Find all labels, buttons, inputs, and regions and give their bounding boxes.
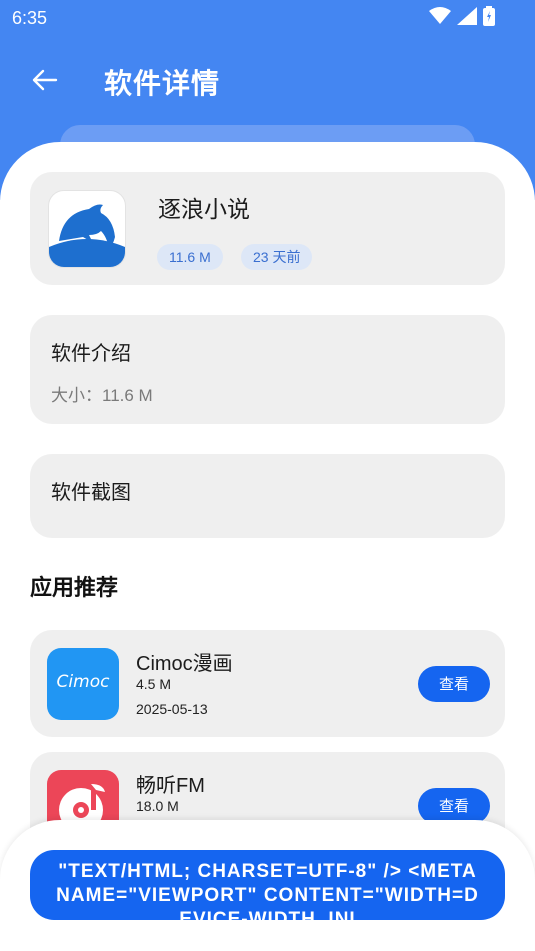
view-button[interactable]: 查看 xyxy=(418,666,490,702)
status-bar: 6:35 xyxy=(0,0,535,36)
wifi-icon xyxy=(429,7,451,24)
dolphin-icon xyxy=(49,204,125,267)
recommend-heading: 应用推荐 xyxy=(30,576,119,601)
signal-icon xyxy=(457,7,477,25)
status-time: 6:35 xyxy=(12,8,48,28)
rec-app-name: 畅听FM xyxy=(136,775,205,797)
app-icon xyxy=(48,190,126,268)
list-item[interactable]: Cimoc Cimoc漫画 4.5 M 2025-05-13 查看 xyxy=(30,630,505,737)
rec-app-size: 18.0 M xyxy=(136,798,179,814)
intro-card: 软件介绍 大小：11.6 M xyxy=(30,315,505,424)
cimoc-app-icon: Cimoc xyxy=(47,648,119,720)
cimoc-icon-text: Cimoc xyxy=(56,672,110,692)
download-button-label: "TEXT/HTML; CHARSET=UTF-8" /> <META NAME… xyxy=(56,861,479,920)
rec-app-date: 2025-05-13 xyxy=(136,701,208,717)
back-button[interactable] xyxy=(30,62,60,98)
screenshots-card: 软件截图 xyxy=(30,454,505,538)
rec-app-size: 4.5 M xyxy=(136,676,172,692)
size-badge: 11.6 M xyxy=(157,244,223,270)
page-title: 软件详情 xyxy=(104,67,221,100)
date-badge: 23 天前 xyxy=(241,244,313,270)
app-name: 逐浪小说 xyxy=(158,197,250,223)
screenshots-title: 软件截图 xyxy=(51,480,131,504)
download-button[interactable]: "TEXT/HTML; CHARSET=UTF-8" /> <META NAME… xyxy=(30,850,505,920)
view-button[interactable]: 查看 xyxy=(418,788,490,824)
intro-title: 软件介绍 xyxy=(51,341,131,365)
status-icons xyxy=(429,6,495,26)
battery-icon xyxy=(483,6,495,26)
rec-app-name: Cimoc漫画 xyxy=(136,653,233,675)
back-arrow-icon xyxy=(32,69,58,91)
app-info-card: 逐浪小说 11.6 M 23 天前 xyxy=(30,172,505,285)
intro-size-text: 大小：11.6 M xyxy=(51,386,153,405)
